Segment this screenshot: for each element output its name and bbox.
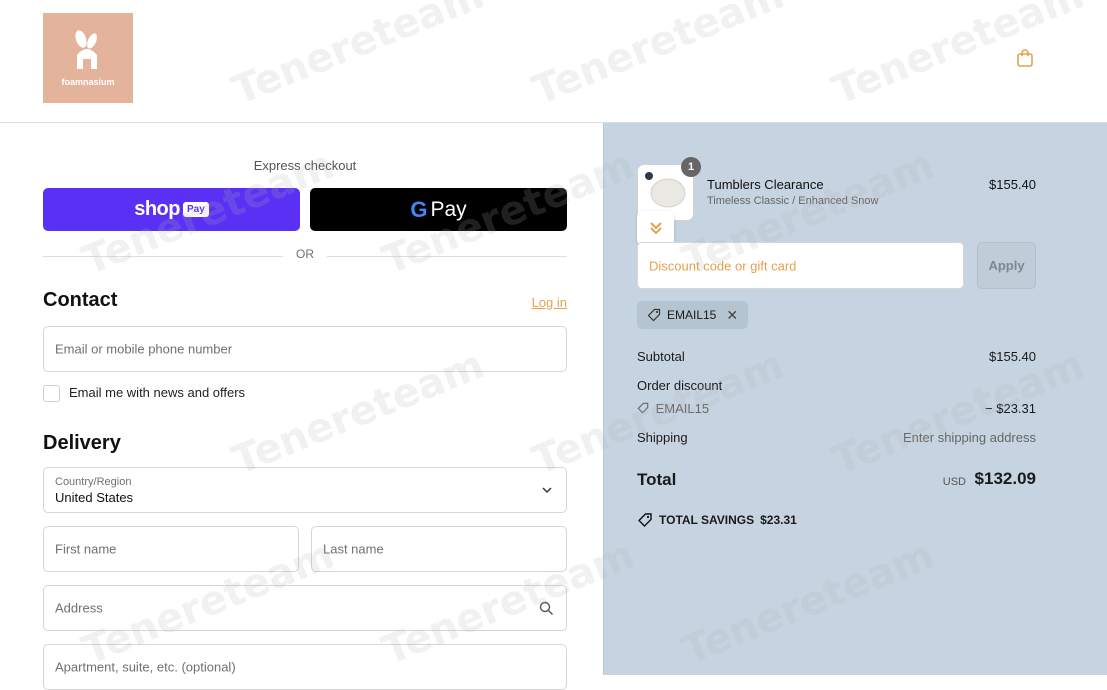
product-name: Tumblers Clearance [707, 177, 824, 192]
applied-discount-chip: EMAIL15 ✕ [637, 301, 749, 329]
discount-placeholder: Discount code or gift card [649, 258, 797, 273]
apartment-field[interactable]: Apartment, suite, etc. (optional) [43, 644, 567, 690]
shop-pay-button[interactable]: shop Pay [43, 188, 300, 231]
scroll-more-button[interactable] [637, 211, 674, 245]
savings-tag-icon [638, 513, 652, 527]
shop-pay-wordmark: shop [134, 198, 180, 220]
brand-logo[interactable]: foamnasium [43, 13, 133, 103]
address-placeholder: Address [55, 600, 103, 616]
shop-pay-badge: Pay [182, 202, 209, 217]
shopping-bag-icon[interactable] [1015, 48, 1035, 68]
divider-line [327, 256, 567, 257]
savings-label: TOTAL SAVINGS [659, 513, 755, 527]
tag-icon [637, 402, 649, 414]
order-summary: 1 Tumblers Clearance Timeless Classic / … [603, 123, 1107, 675]
total-value: $132.09 [974, 469, 1036, 488]
first-name-field[interactable]: First name [43, 526, 299, 572]
shipping-value: Enter shipping address [903, 430, 1036, 445]
order-discount-row: Order discount [637, 378, 1036, 393]
total-savings: TOTAL SAVINGS $23.31 [637, 512, 797, 528]
apply-discount-button[interactable]: Apply [977, 242, 1036, 289]
discount-code-input[interactable]: Discount code or gift card [637, 242, 964, 289]
contact-heading: Contact [43, 289, 118, 311]
total-label: Total [637, 470, 677, 489]
login-link[interactable]: Log in [520, 295, 567, 310]
discount-code-row: EMAIL15 − $23.31 [637, 401, 1036, 416]
email-field[interactable]: Email or mobile phone number [43, 326, 567, 372]
product-variant: Timeless Classic / Enhanced Snow [707, 195, 879, 207]
country-value: United States [55, 490, 134, 505]
remove-discount-icon[interactable]: ✕ [726, 307, 738, 324]
express-checkout-label: Express checkout [253, 158, 357, 173]
country-select[interactable]: Country/Region United States [43, 467, 567, 513]
last-name-placeholder: Last name [323, 541, 384, 557]
rabbit-logo-icon [75, 30, 97, 69]
google-g-icon: G [410, 196, 428, 222]
or-text: OR [296, 247, 314, 261]
logo-text: foamnasium [61, 77, 115, 87]
subtotal-row: Subtotal $155.40 [637, 349, 1036, 364]
delivery-heading: Delivery [43, 432, 121, 454]
news-checkbox-label: Email me with news and offers [69, 385, 246, 400]
chevron-down-icon [542, 487, 552, 494]
quantity-badge: 1 [681, 157, 701, 177]
shipping-row: Shipping Enter shipping address [637, 430, 1036, 445]
checkout-form: Express checkout shop Pay G Pay OR Conta… [0, 123, 603, 690]
discount-code-label: EMAIL15 [655, 401, 710, 416]
subtotal-label: Subtotal [637, 349, 685, 364]
google-pay-label: Pay [430, 197, 467, 221]
product-price: $155.40 [989, 177, 1036, 192]
or-divider: OR [43, 247, 567, 265]
news-checkbox[interactable] [43, 385, 60, 402]
applied-code-text: EMAIL15 [667, 308, 717, 322]
apartment-placeholder: Apartment, suite, etc. (optional) [55, 659, 236, 675]
search-icon [539, 601, 553, 615]
shipping-label: Shipping [637, 430, 688, 445]
header: foamnasium [0, 0, 1107, 123]
double-chevron-down-icon [649, 222, 662, 235]
address-field[interactable]: Address [43, 585, 567, 631]
order-discount-label: Order discount [637, 378, 723, 393]
first-name-placeholder: First name [55, 541, 117, 557]
discount-value: − $23.31 [985, 401, 1036, 416]
savings-value: $23.31 [760, 513, 797, 527]
last-name-field[interactable]: Last name [311, 526, 567, 572]
country-label: Country/Region [55, 476, 132, 488]
tag-icon [647, 308, 661, 322]
email-placeholder: Email or mobile phone number [55, 341, 233, 357]
subtotal-value: $155.40 [989, 349, 1036, 364]
google-pay-button[interactable]: G Pay [310, 188, 567, 231]
